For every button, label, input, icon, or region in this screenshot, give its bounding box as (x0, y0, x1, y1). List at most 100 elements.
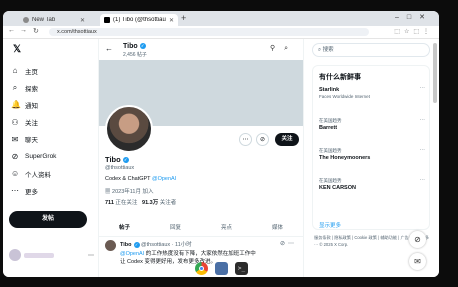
followers-stat[interactable]: 91.3万 关注者 (142, 200, 176, 206)
messages-fab-icon[interactable]: ✉ (409, 253, 426, 270)
show-more-link[interactable]: 显示更多 (319, 221, 341, 229)
reload-icon[interactable]: ↻ (33, 27, 39, 35)
profile-column: ← Tibo ✓ 2,456 帖子 ⚲⌕ ⋯ ⊘ 关注 Tibo ✓ @thsott… (98, 39, 304, 277)
tab-new-tab[interactable]: New Tab ✕ (19, 14, 89, 26)
profile-tab-3[interactable]: 媒体 (252, 222, 303, 236)
sidebar-item-label: 个人资料 (25, 171, 51, 179)
sidebar-item-1[interactable]: ⌕ 探索 (11, 79, 56, 96)
trend-subtitle: Faces Worldwide Internet (319, 94, 370, 99)
sidebar-item-label: 主页 (25, 68, 38, 76)
tab-profile[interactable]: (1) Tibo (@thsottiaux) / X ✕ (100, 14, 178, 26)
terminal-app-icon[interactable]: >_ (235, 262, 248, 275)
following-stat[interactable]: 711 正在关注 (105, 200, 137, 206)
sidebar-item-label: 更多 (25, 188, 38, 196)
sidebar-item-4[interactable]: ✉ 聊天 (11, 131, 56, 148)
trend-item[interactable]: Starlink Faces Worldwide Internet ⋯ (319, 86, 425, 106)
trend-category: 在美国趋势 (319, 118, 342, 123)
tweet-text-line: @OpenAI 的工作热度没有下降，大家依然在加班工作中 (120, 251, 256, 257)
trend-category: 在美国趋势 (319, 178, 342, 183)
forward-icon[interactable]: → (20, 27, 27, 34)
avatar (9, 249, 21, 261)
more-icon: ⋯ (11, 186, 19, 196)
bell-icon: 🔔 (11, 100, 21, 110)
sidebar-item-2[interactable]: 🔔 通知 (11, 96, 56, 113)
account-switcher[interactable]: ⋯ (9, 247, 94, 263)
tweet-header: Tibo ✓ @thsottiaux · 11小时 (120, 241, 192, 248)
trend-category: 在美国趋势 (319, 148, 342, 153)
person-add-icon: ⚇ (11, 117, 19, 127)
profile-tab-0[interactable]: 帖子 (99, 222, 150, 236)
more-icon[interactable]: ⋯ (420, 118, 426, 124)
bio-link[interactable]: @OpenAI (152, 176, 176, 182)
more-options-button[interactable]: ⋯ (239, 133, 252, 146)
post-button[interactable]: 发帖 (9, 211, 87, 228)
x-page: 𝕏 ⌂ 主页 ⌕ 探索 🔔 通知 ⚇ 关注 ✉ 聊天 ⊘ SuperGrok ☺ 个人资料 ⋯ 更多 发帖 ⋯… (3, 39, 439, 277)
header-name: Tibo ✓ (123, 43, 146, 50)
avatar[interactable] (105, 240, 116, 251)
extensions-icons[interactable]: ⬚☆⬚⋮ (394, 28, 433, 35)
trends-panel: 有什么新鲜事 显示更多 Starlink Faces Worldwide Inte… (312, 65, 430, 230)
chrome-app-icon[interactable] (195, 262, 208, 275)
sidebar-nav: ⌂ 主页 ⌕ 探索 🔔 通知 ⚇ 关注 ✉ 聊天 ⊘ SuperGrok ☺ 个人资料 ⋯ 更多 (11, 62, 56, 200)
x-tab-icon (104, 17, 110, 23)
calendar-icon: ▦ (105, 189, 113, 195)
person-icon: ☺ (11, 169, 20, 179)
trend-item[interactable]: 在美国趋势 Barrett ⋯ (319, 118, 425, 138)
window-controls[interactable]: –□✕ (395, 13, 433, 21)
search-icon: ⌕ (12, 82, 18, 92)
back-icon[interactable]: ← (8, 27, 15, 34)
address-bar[interactable]: x.com/thsottiaux (49, 28, 369, 36)
verified-icon: ✓ (133, 241, 140, 248)
home-icon: ⌂ (12, 66, 18, 76)
verified-icon: ✓ (122, 157, 129, 164)
browser-window: New Tab ✕ (1) Tibo (@thsottiaux) / X ✕ +… (3, 11, 439, 277)
trend-name: Barrett (319, 125, 338, 131)
new-tab-button[interactable]: + (181, 13, 186, 23)
account-name (24, 252, 54, 258)
sidebar-item-label: 通知 (25, 102, 38, 110)
trend-item[interactable]: 在美国趋势 KEN CARSON ⋯ (319, 178, 425, 198)
handle: @thsottiaux (105, 165, 135, 171)
close-icon[interactable]: ✕ (80, 17, 85, 24)
sidebar-item-label: 关注 (25, 120, 38, 128)
sidebar-item-3[interactable]: ⚇ 关注 (11, 114, 56, 131)
scrollbar[interactable] (433, 43, 437, 103)
grok-icon-button[interactable]: ⊘ (256, 133, 269, 146)
verified-icon: ✓ (139, 43, 146, 50)
sidebar-item-0[interactable]: ⌂ 主页 (11, 62, 56, 79)
tab-strip: New Tab ✕ (1) Tibo (@thsottiaux) / X ✕ +… (3, 11, 439, 26)
bio: Codex & ChatGPT @OpenAI (105, 176, 177, 182)
trend-item[interactable]: 在美国趋势 The Honeymooners ⋯ (319, 148, 425, 168)
profile-tab-2[interactable]: 亮点 (201, 222, 252, 236)
profile-avatar[interactable] (105, 105, 153, 153)
more-icon[interactable]: ⋯ (420, 86, 426, 92)
chrome-tab-icon (23, 17, 29, 23)
sidebar-item-6[interactable]: ☺ 个人资料 (11, 165, 56, 182)
joined-date: ▦ 2023年11月 加入 (105, 189, 154, 195)
sidebar-item-label: 聊天 (25, 137, 38, 145)
sidebar-item-7[interactable]: ⋯ 更多 (11, 182, 56, 199)
toolbar: ← → ↻ x.com/thsottiaux ⬚☆⬚⋮ (3, 26, 439, 39)
x-logo-icon[interactable]: 𝕏 (13, 44, 21, 55)
header-actions[interactable]: ⚲⌕ (270, 44, 297, 53)
follow-stats: 711 正在关注 91.3万 关注者 (105, 198, 176, 206)
search-input[interactable]: ⌕ 搜索 (312, 43, 430, 57)
close-icon[interactable]: ✕ (169, 17, 174, 24)
grok-icon: ⊘ (11, 152, 19, 162)
trends-title: 有什么新鲜事 (319, 74, 361, 81)
post-count: 2,456 帖子 (123, 52, 147, 58)
tab-label: New Tab (32, 17, 56, 23)
files-app-icon[interactable] (215, 262, 228, 275)
more-icon[interactable]: ⋯ (420, 178, 426, 184)
sidebar-item-label: 探索 (25, 85, 38, 93)
more-icon[interactable]: ⋯ (420, 148, 426, 154)
back-arrow-icon[interactable]: ← (105, 44, 113, 53)
trend-name: The Honeymooners (319, 155, 371, 161)
sidebar-item-label: SuperGrok (25, 153, 57, 161)
profile-tab-1[interactable]: 回复 (150, 222, 201, 236)
trend-name: Starlink (319, 87, 340, 93)
sidebar-item-5[interactable]: ⊘ SuperGrok (11, 148, 57, 165)
tweet-actions[interactable]: ⊘⋯ (280, 240, 297, 247)
grok-fab-icon[interactable]: ⊘ (409, 231, 426, 248)
follow-button[interactable]: 关注 (275, 133, 299, 146)
